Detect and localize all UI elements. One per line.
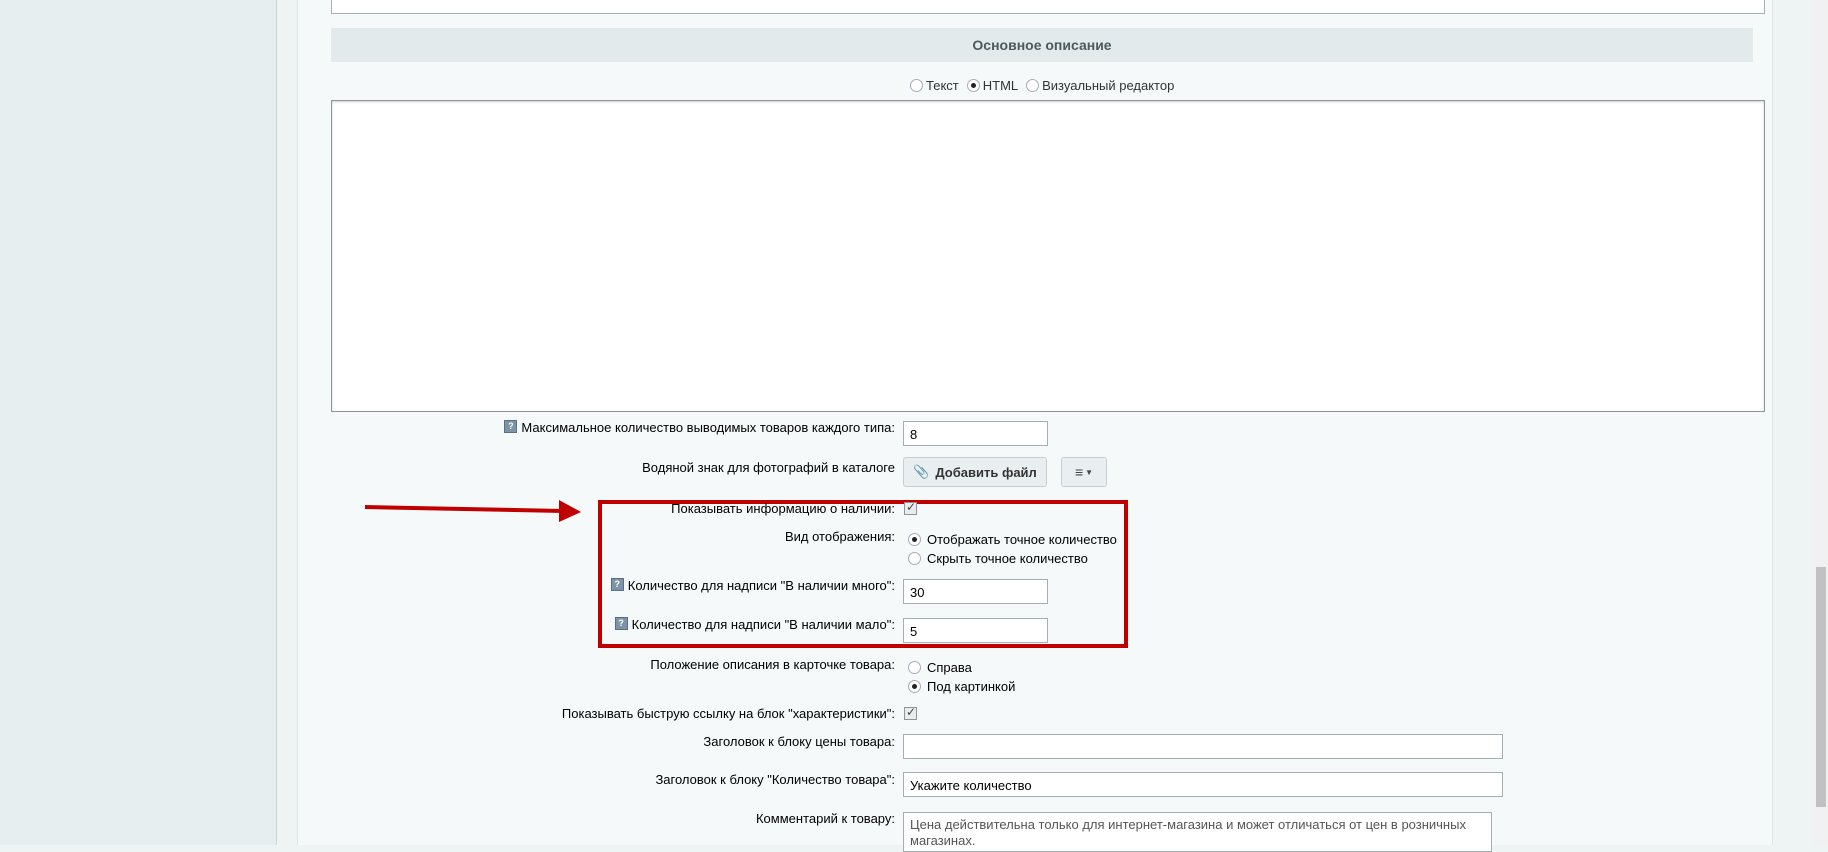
show-availability-label: Показывать информацию о наличии: [671,501,895,516]
radio-label: Справа [927,660,972,675]
editor-mode-switch: Текст HTML Визуальный редактор [910,78,1182,93]
desc-position-below[interactable]: Под картинкой [908,679,1015,694]
radio-label: Отображать точное количество [927,532,1117,547]
scrollbar-thumb[interactable] [1816,567,1826,807]
qty-header-input[interactable]: Укажите количество [903,772,1503,797]
quick-link-checkbox[interactable] [904,705,917,720]
chevron-down-icon: ▼ [1085,467,1094,477]
radio-icon[interactable] [908,552,921,565]
quick-link-label: Показывать быструю ссылку на блок "харак… [561,706,895,721]
paperclip-icon: 📎 [913,464,930,479]
editor-mode-visual[interactable]: Визуальный редактор [1026,78,1174,93]
desc-position-right[interactable]: Справа [908,660,972,675]
help-icon[interactable]: ? [614,617,628,630]
editor-mode-text[interactable]: Текст [910,78,959,93]
display-mode-exact[interactable]: Отображать точное количество [908,532,1117,547]
comment-label: Комментарий к товару: [755,811,895,826]
left-gutter [0,0,277,845]
qty-few-label: ? Количество для надписи "В наличии мало"… [600,617,895,632]
radio-icon[interactable] [908,661,921,674]
add-file-button[interactable]: 📎 Добавить файл [903,457,1047,487]
radio-selected-icon[interactable] [966,79,980,92]
qty-header-label: Заголовок к блоку "Количество товара": [655,772,895,787]
watermark-label: Водяной знак для фотографий в каталоге [642,460,895,475]
help-icon[interactable]: ? [504,420,518,433]
menu-dropdown-button[interactable]: ≡ ▼ [1061,457,1107,487]
add-file-label: Добавить файл [935,464,1037,480]
editor-mode-html[interactable]: HTML [966,78,1019,93]
description-textarea[interactable] [331,100,1765,412]
radio-label: Под картинкой [927,679,1016,694]
qty-few-input[interactable]: 5 [903,618,1048,643]
top-textarea-edge[interactable] [331,0,1765,14]
radio-label: Скрыть точное количество [927,551,1088,566]
label-text: Количество для надписи "В наличии много"… [627,578,895,593]
editor-mode-label: Визуальный редактор [1042,78,1175,93]
desc-position-label: Положение описания в карточке товара: [650,657,895,672]
section-header: Основное описание [331,28,1753,62]
label-text: Количество для надписи "В наличии мало": [631,617,895,632]
radio-selected-icon[interactable] [908,533,921,546]
qty-many-input[interactable]: 30 [903,579,1048,604]
qty-many-label: ? Количество для надписи "В наличии много… [600,578,895,593]
display-mode-hide[interactable]: Скрыть точное количество [908,551,1088,566]
label-text: Максимальное количество выводимых товаро… [521,420,895,435]
display-mode-label: Вид отображения: [784,529,895,544]
help-icon[interactable]: ? [610,578,624,591]
max-items-input[interactable]: 8 [903,421,1048,446]
max-items-label: ? Максимальное количество выводимых товар… [490,420,895,435]
editor-mode-label: HTML [982,78,1019,93]
red-arrow-icon [364,500,581,522]
comment-textarea[interactable]: Цена действительна только для интернет-м… [903,812,1492,852]
price-header-input[interactable] [903,734,1503,759]
show-availability-checkbox[interactable] [904,500,917,515]
price-header-label: Заголовок к блоку цены товара: [703,734,895,749]
radio-icon[interactable] [910,79,923,92]
editor-mode-label: Текст [926,78,959,93]
radio-selected-icon[interactable] [908,680,921,693]
radio-icon[interactable] [1026,79,1040,92]
menu-icon: ≡ [1074,464,1084,480]
